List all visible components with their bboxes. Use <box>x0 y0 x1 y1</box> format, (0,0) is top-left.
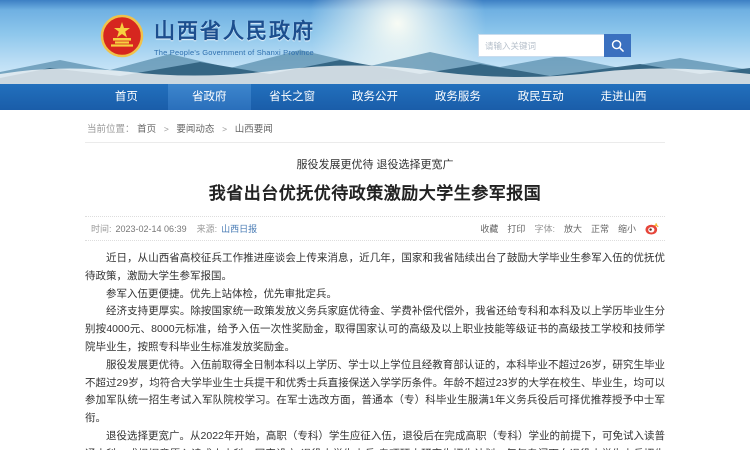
font-zoom-out-button[interactable]: 缩小 <box>618 222 636 235</box>
article-title: 我省出台优抚优待政策激励大学生参军报国 <box>85 179 665 204</box>
nav-item-provincial-government[interactable]: 省政府 <box>168 84 251 110</box>
content-area: 当前位置： 首页 > 要闻动态 > 山西要闻 服役发展更优待 退役选择更宽广 我… <box>85 110 665 450</box>
site-brand: 山西省人民政府 The People's Government of Shanx… <box>100 14 315 58</box>
print-button[interactable]: 打印 <box>507 222 525 235</box>
font-zoom-in-button[interactable]: 放大 <box>564 222 582 235</box>
search-button[interactable] <box>604 34 631 57</box>
search-icon <box>611 39 624 52</box>
article-body: 近日，从山西省高校征兵工作推进座谈会上传来消息，近几年，国家和我省陆续出台了鼓励… <box>85 250 665 450</box>
paragraph: 服役发展更优待。入伍前取得全日制本科以上学历、学士以上学位且经教育部认证的，本科… <box>85 357 665 428</box>
nav-item-home[interactable]: 首页 <box>85 84 168 110</box>
breadcrumb: 当前位置： 首页 > 要闻动态 > 山西要闻 <box>85 110 665 143</box>
article-meta-bar: 时间: 2023-02-14 06:39 来源:山西日报 收藏 打印 字体: 放大 … <box>85 216 665 241</box>
breadcrumb-home[interactable]: 首页 <box>137 124 156 135</box>
breadcrumb-news-updates[interactable]: 要闻动态 <box>176 124 214 135</box>
article-meta-left: 时间: 2023-02-14 06:39 来源:山西日报 <box>91 222 261 235</box>
nav-item-gov-affairs-open[interactable]: 政务公开 <box>334 84 417 110</box>
nav-item-public-interaction[interactable]: 政民互动 <box>499 84 582 110</box>
source-name: 山西日报 <box>221 224 257 234</box>
paragraph: 近日，从山西省高校征兵工作推进座谈会上传来消息，近几年，国家和我省陆续出台了鼓励… <box>85 250 665 286</box>
search-box <box>478 34 631 57</box>
breadcrumb-separator: > <box>222 124 227 134</box>
article-subtitle: 服役发展更优待 退役选择更宽广 <box>85 156 665 172</box>
paragraph: 参军入伍更便捷。优先上站体检，优先审批定兵。 <box>85 286 665 304</box>
site-banner: 山西省人民政府 The People's Government of Shanx… <box>0 0 750 84</box>
font-size-label: 字体: <box>534 222 555 235</box>
source-label: 来源: <box>197 224 218 234</box>
site-title: 山西省人民政府 <box>154 15 315 45</box>
paragraph: 经济支持更厚实。除按国家统一政策发放义务兵家庭优待金、学费补偿代偿外，我省还给专… <box>85 303 665 356</box>
main-nav: 首页 省政府 省长之窗 政务公开 政务服务 政民互动 走进山西 <box>0 84 750 110</box>
font-normal-button[interactable]: 正常 <box>591 222 609 235</box>
breadcrumb-separator: > <box>164 124 169 134</box>
nav-item-governor-window[interactable]: 省长之窗 <box>251 84 334 110</box>
brand-text: 山西省人民政府 The People's Government of Shanx… <box>154 15 315 57</box>
breadcrumb-label: 当前位置： <box>87 124 135 135</box>
paragraph: 退役选择更宽广。从2022年开始，高职（专科）学生应征入伍，退役后在完成高职（专… <box>85 428 665 450</box>
breadcrumb-shanxi-news[interactable]: 山西要闻 <box>235 124 273 135</box>
national-emblem-logo <box>100 14 144 58</box>
site-subtitle-english: The People's Government of Shanxi Provin… <box>154 48 315 57</box>
nav-item-into-shanxi[interactable]: 走进山西 <box>582 84 665 110</box>
weibo-share-icon[interactable] <box>645 222 659 235</box>
search-input[interactable] <box>478 34 604 57</box>
publish-time: 2023-02-14 06:39 <box>116 224 187 234</box>
nav-item-gov-services[interactable]: 政务服务 <box>416 84 499 110</box>
favorite-button[interactable]: 收藏 <box>480 222 498 235</box>
time-label: 时间: <box>91 224 112 234</box>
article-tools: 收藏 打印 字体: 放大 正常 缩小 <box>471 222 659 235</box>
